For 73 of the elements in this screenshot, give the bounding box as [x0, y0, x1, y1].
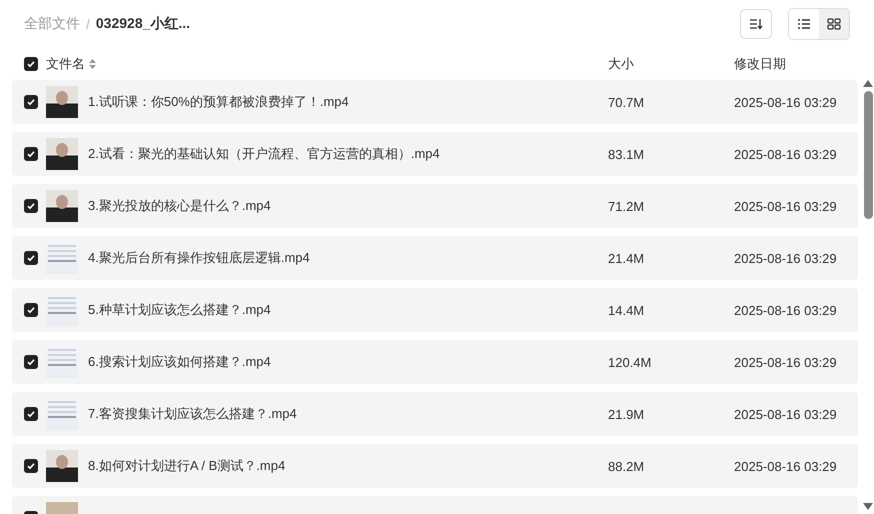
modified-date: 2025-08-16 03:29	[734, 94, 838, 110]
video-thumbnail	[46, 294, 78, 326]
file-name[interactable]: 1.试听课：你50%的预算都被浪费掉了！.mp4	[88, 93, 608, 111]
file-row[interactable]: 4.聚光后台所有操作按钮底层逻辑.mp4 21.4M 2025-08-16 03:29	[12, 236, 858, 280]
video-thumbnail	[46, 86, 78, 118]
file-name[interactable]: 4.聚光后台所有操作按钮底层逻辑.mp4	[88, 249, 608, 267]
scroll-up-icon[interactable]	[863, 80, 873, 87]
video-thumbnail	[46, 346, 78, 378]
checkbox[interactable]	[24, 57, 38, 71]
file-row[interactable]: 3.聚光投放的核心是什么？.mp4 71.2M 2025-08-16 03:29	[12, 184, 858, 228]
modified-date: 2025-08-16 03:29	[734, 458, 838, 474]
checkbox[interactable]	[24, 303, 38, 317]
check-icon	[26, 201, 36, 211]
file-row[interactable]: 8.如何对计划进行A / B测试？.mp4 88.2M 2025-08-16 03:29	[12, 444, 858, 488]
check-icon	[26, 357, 36, 367]
scrollbar-thumb[interactable]	[864, 91, 872, 219]
file-name[interactable]: 8.如何对计划进行A / B测试？.mp4	[88, 457, 608, 475]
check-icon	[26, 305, 36, 315]
file-size: 14.4M	[608, 302, 646, 318]
grid-view-button[interactable]	[819, 9, 849, 39]
modified-date: 2025-08-16 03:29	[734, 198, 838, 214]
check-icon	[26, 97, 36, 107]
check-icon	[26, 253, 36, 263]
modified-date: 2025-08-16 03:29	[734, 354, 838, 370]
scroll-down-icon[interactable]	[863, 503, 873, 510]
file-row[interactable]: 1.试听课：你50%的预算都被浪费掉了！.mp4 70.7M 2025-08-16 03:29	[12, 80, 858, 124]
file-name[interactable]: 6.搜索计划应该如何搭建？.mp4	[88, 353, 608, 371]
checkbox[interactable]	[24, 459, 38, 473]
modified-date: 2025-08-16 03:29	[734, 250, 838, 266]
file-name[interactable]: 5.种草计划应该怎么搭建？.mp4	[88, 301, 608, 319]
scrollbar[interactable]	[862, 80, 874, 510]
column-header[interactable]: 修改日期	[734, 55, 874, 73]
video-thumbnail	[46, 398, 78, 430]
breadcrumb-item[interactable]: 032928_小红...	[96, 15, 190, 33]
check-icon	[26, 461, 36, 471]
modified-date: 2025-08-16 03:29	[734, 406, 838, 422]
checkbox[interactable]	[24, 147, 38, 161]
file-row[interactable]: 7.客资搜集计划应该怎么搭建？.mp4 21.9M 2025-08-16 03:29	[12, 392, 858, 436]
grid-icon	[827, 18, 841, 30]
file-size: 88.2M	[608, 458, 646, 474]
video-thumbnail	[46, 450, 78, 482]
file-name[interactable]: 7.客资搜集计划应该怎么搭建？.mp4	[88, 405, 608, 423]
modified-date: 2025-08-16 03:29	[734, 302, 838, 318]
check-icon	[26, 409, 36, 419]
file-size: 83.1M	[608, 146, 646, 162]
checkbox[interactable]	[24, 251, 38, 265]
file-row[interactable]: 2.试看：聚光的基础认知（开户流程、官方运营的真相）.mp4 83.1M 2025-08-16 03:29	[12, 132, 858, 176]
file-size: 21.4M	[608, 250, 646, 266]
sort-icon	[749, 18, 763, 30]
check-icon	[26, 59, 36, 69]
video-thumbnail	[46, 190, 78, 222]
checkbox[interactable]	[24, 355, 38, 369]
column-header[interactable]: 大小	[608, 55, 734, 73]
checkbox[interactable]	[24, 95, 38, 109]
file-size: 120.4M	[608, 354, 652, 370]
breadcrumb-separator: /	[86, 16, 90, 32]
checkbox[interactable]	[24, 199, 38, 213]
column-header[interactable]: 文件名	[46, 55, 85, 73]
sort-icon[interactable]	[89, 59, 96, 69]
video-thumbnail	[46, 242, 78, 274]
file-name[interactable]: 2.试看：聚光的基础认知（开户流程、官方运营的真相）.mp4	[88, 145, 608, 163]
check-icon	[26, 149, 36, 159]
checkbox[interactable]	[24, 407, 38, 421]
video-thumbnail	[46, 138, 78, 170]
modified-date: 2025-08-16 03:29	[734, 146, 838, 162]
sort-button[interactable]	[740, 9, 772, 39]
list-icon	[797, 18, 811, 30]
file-size: 71.2M	[608, 198, 646, 214]
file-row[interactable]: 5.种草计划应该怎么搭建？.mp4 14.4M 2025-08-16 03:29	[12, 288, 858, 332]
file-size: 21.9M	[608, 406, 646, 422]
file-name[interactable]: 3.聚光投放的核心是什么？.mp4	[88, 197, 608, 215]
file-size: 70.7M	[608, 94, 646, 110]
file-row[interactable]: 6.搜索计划应该如何搭建？.mp4 120.4M 2025-08-16 03:29	[12, 340, 858, 384]
